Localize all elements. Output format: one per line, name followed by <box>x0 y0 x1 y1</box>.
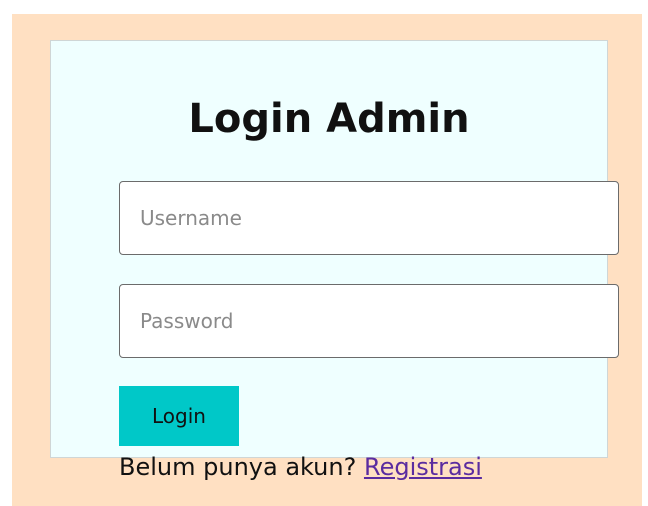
page-background: Login Admin Login Belum punya akun? Regi… <box>12 14 642 506</box>
login-button[interactable]: Login <box>119 386 239 446</box>
login-card: Login Admin Login Belum punya akun? Regi… <box>50 40 619 481</box>
page-title: Login Admin <box>188 96 470 142</box>
register-prompt: Belum punya akun? Registrasi <box>119 453 482 481</box>
password-input[interactable] <box>119 284 619 358</box>
username-input[interactable] <box>119 181 619 255</box>
no-account-text: Belum punya akun? <box>119 453 364 481</box>
register-link[interactable]: Registrasi <box>364 453 482 481</box>
